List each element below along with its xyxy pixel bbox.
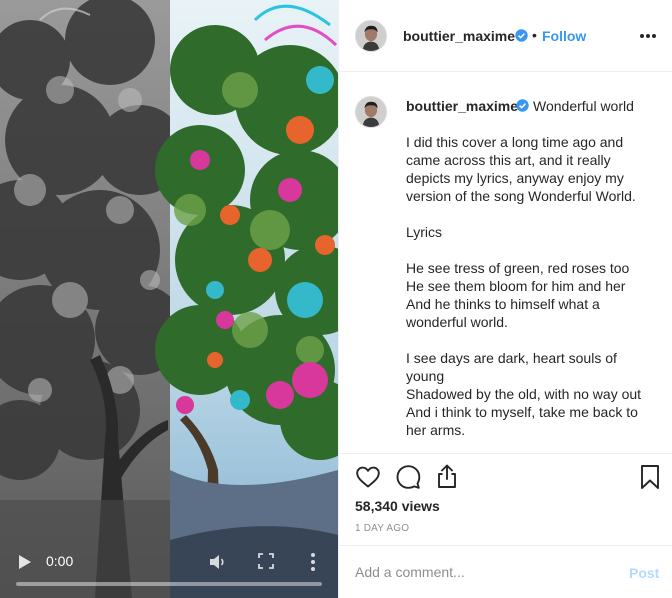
bookmark-icon[interactable] (637, 464, 663, 490)
caption-line: came across this art, and it really (406, 152, 611, 168)
caption-avatar[interactable] (355, 96, 387, 128)
caption-title: Wonderful world (533, 98, 634, 114)
avatar[interactable] (355, 20, 387, 52)
volume-icon[interactable] (208, 552, 228, 572)
comment-input[interactable] (355, 562, 605, 582)
share-icon[interactable] (434, 463, 460, 489)
follow-button[interactable]: Follow (542, 28, 586, 44)
video-progress-bar[interactable] (16, 582, 322, 586)
caption-line: version of the song Wonderful World. (406, 188, 636, 204)
post-comment-button[interactable]: Post (629, 565, 659, 581)
caption-line: young (406, 368, 445, 384)
caption-line: He see them bloom for him and her (406, 278, 626, 294)
video-controls: 0:00 (0, 538, 338, 598)
caption-line: He see tress of green, red roses too (406, 260, 630, 276)
fullscreen-icon[interactable] (258, 553, 274, 569)
post-timestamp[interactable]: 1 DAY AGO (355, 523, 409, 534)
post-video[interactable]: 0:00 (0, 0, 338, 598)
more-horizontal-icon[interactable] (639, 33, 657, 39)
caption-line: I see days are dark, heart souls of (406, 350, 617, 366)
verified-badge-icon (516, 99, 529, 112)
comment-bubble-icon[interactable] (395, 464, 421, 490)
post-actions: 58,340 views 1 DAY AGO (339, 453, 672, 545)
add-comment-bar: Post (339, 545, 672, 598)
separator-dot: • (532, 27, 537, 43)
caption-line: her arms. (406, 422, 466, 438)
caption-line: And he thinks to himself what a (406, 296, 600, 312)
views-count[interactable]: 58,340 views (355, 498, 440, 514)
caption-username[interactable]: bouttier_maxime (406, 98, 518, 114)
verified-badge-icon (515, 29, 528, 42)
heart-icon[interactable] (355, 464, 381, 490)
post-username[interactable]: bouttier_maxime (403, 28, 515, 44)
caption-text: I did this cover a long time ago and cam… (406, 133, 656, 439)
caption-line: Lyrics (406, 224, 443, 240)
video-frame-image (0, 0, 338, 598)
post-header: bouttier_maxime • Follow (339, 0, 672, 72)
video-time: 0:00 (46, 553, 74, 569)
post-details-panel: bouttier_maxime • Follow bouttier_maxime (338, 0, 672, 598)
caption-line: wonderful world. (406, 314, 508, 330)
play-icon[interactable] (18, 554, 32, 570)
caption-line: depicts my lyrics, anyway enjoy my (406, 170, 624, 186)
caption-line: Shadowed by the old, with no way out (406, 386, 642, 402)
more-vertical-icon[interactable] (310, 552, 316, 572)
caption-area: bouttier_maxime Wonderful world I did th… (339, 73, 672, 453)
caption-line: I did this cover a long time ago and (406, 134, 624, 150)
caption-line: And i think to myself, take me back to (406, 404, 638, 420)
